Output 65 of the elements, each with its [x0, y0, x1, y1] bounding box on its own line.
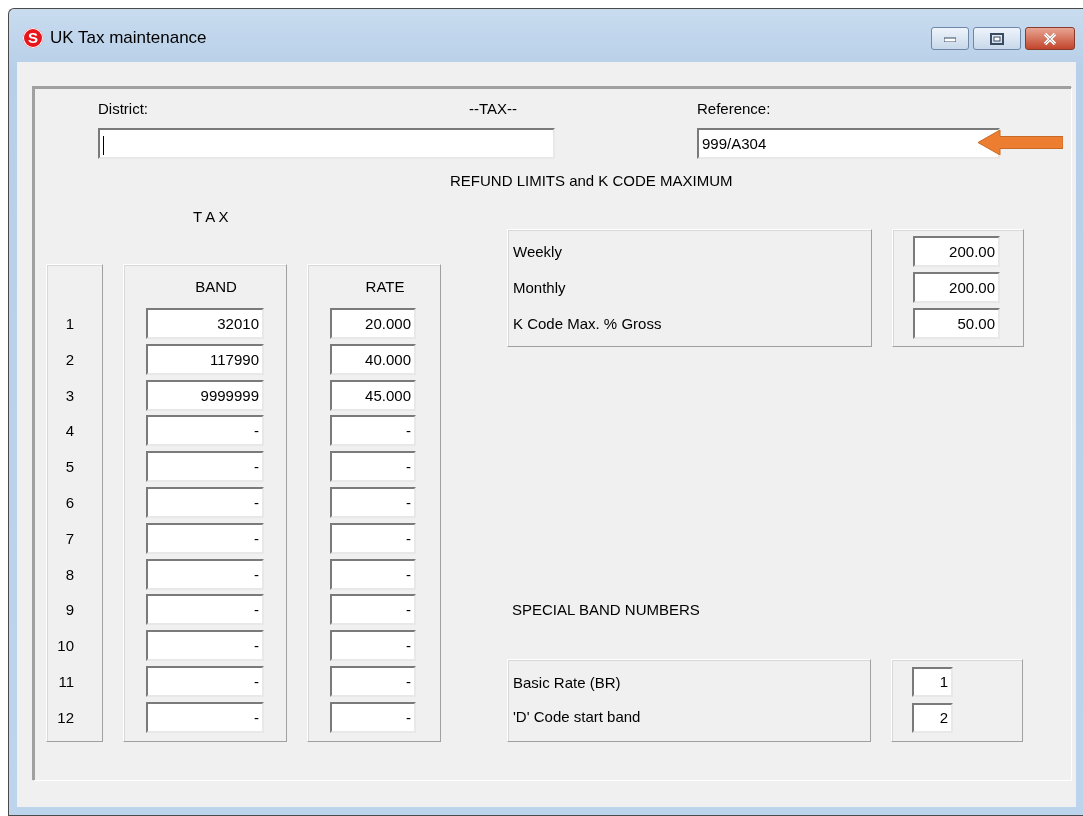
row-number: 11 [57, 671, 74, 692]
input-field[interactable]: 32010 [146, 308, 264, 339]
input-field[interactable]: - [330, 558, 416, 590]
input-field[interactable]: - [146, 558, 264, 590]
section-title: REFUND LIMITS and K CODE MAXIMUM [450, 171, 733, 191]
input-field[interactable]: - [330, 594, 416, 626]
input-field[interactable]: - [146, 415, 264, 447]
window-title: UK Tax maintenance [50, 27, 207, 49]
input-field[interactable]: - [146, 630, 264, 662]
minimize-button[interactable] [931, 27, 969, 50]
input-field[interactable]: - [146, 522, 264, 554]
input-field[interactable]: 999/A304 [697, 128, 1000, 159]
column-header: RATE [364, 277, 406, 297]
row-number: 5 [64, 457, 74, 478]
input-field[interactable]: - [146, 451, 264, 483]
input-field[interactable]: 40.000 [330, 343, 416, 375]
input-field[interactable]: 50.00 [913, 308, 1000, 339]
input-field[interactable]: - [330, 701, 416, 733]
input-field[interactable]: - [330, 522, 416, 554]
row-number: 10 [56, 636, 74, 657]
input-field[interactable]: 200.00 [913, 236, 1000, 267]
input-field[interactable] [98, 128, 555, 159]
input-field[interactable]: 1 [912, 667, 953, 697]
field-label: Weekly [513, 242, 562, 262]
maximize-icon [990, 32, 1004, 45]
row-number: 3 [64, 385, 74, 406]
field-label: District: [98, 99, 149, 119]
row-number: 7 [64, 528, 74, 549]
app-logo: S [23, 28, 43, 48]
row-number: 4 [64, 421, 74, 442]
field-label: Monthly [513, 278, 566, 298]
field-label: Reference: [697, 99, 771, 119]
row-number: 1 [64, 314, 74, 334]
close-button[interactable] [1025, 27, 1075, 50]
maximize-button[interactable] [973, 27, 1021, 50]
row-number: 6 [64, 493, 74, 513]
field-label: 'D' Code start band [513, 707, 641, 727]
row-number: 9 [64, 600, 74, 621]
minimize-icon [944, 35, 956, 42]
field-label: Basic Rate (BR) [513, 673, 621, 693]
field-label: K Code Max. % Gross [513, 314, 662, 334]
section-title: T A X [193, 207, 229, 227]
input-field[interactable]: 45.000 [330, 379, 416, 411]
section-title: --TAX-- [469, 99, 519, 119]
input-field[interactable]: 20.000 [330, 308, 416, 339]
arrow-icon [978, 130, 1063, 155]
input-field[interactable]: - [146, 594, 264, 626]
close-icon [1042, 31, 1058, 46]
input-field[interactable]: - [146, 665, 264, 697]
section-title: SPECIAL BAND NUMBERS [512, 600, 700, 620]
input-field[interactable]: 9999999 [146, 379, 264, 411]
input-field[interactable]: 117990 [146, 343, 264, 375]
input-field[interactable]: - [146, 487, 264, 518]
input-field[interactable]: - [330, 451, 416, 483]
input-field[interactable]: 200.00 [913, 272, 1000, 303]
row-number: 12 [56, 707, 74, 728]
input-field[interactable]: - [146, 701, 264, 733]
row-number: 2 [64, 349, 74, 370]
input-field[interactable]: - [330, 665, 416, 697]
input-field[interactable]: - [330, 415, 416, 447]
input-field[interactable]: 2 [912, 703, 953, 733]
input-field[interactable]: - [330, 487, 416, 518]
column-header: BAND [194, 277, 238, 297]
row-number: 8 [64, 564, 74, 585]
input-field[interactable]: - [330, 630, 416, 662]
